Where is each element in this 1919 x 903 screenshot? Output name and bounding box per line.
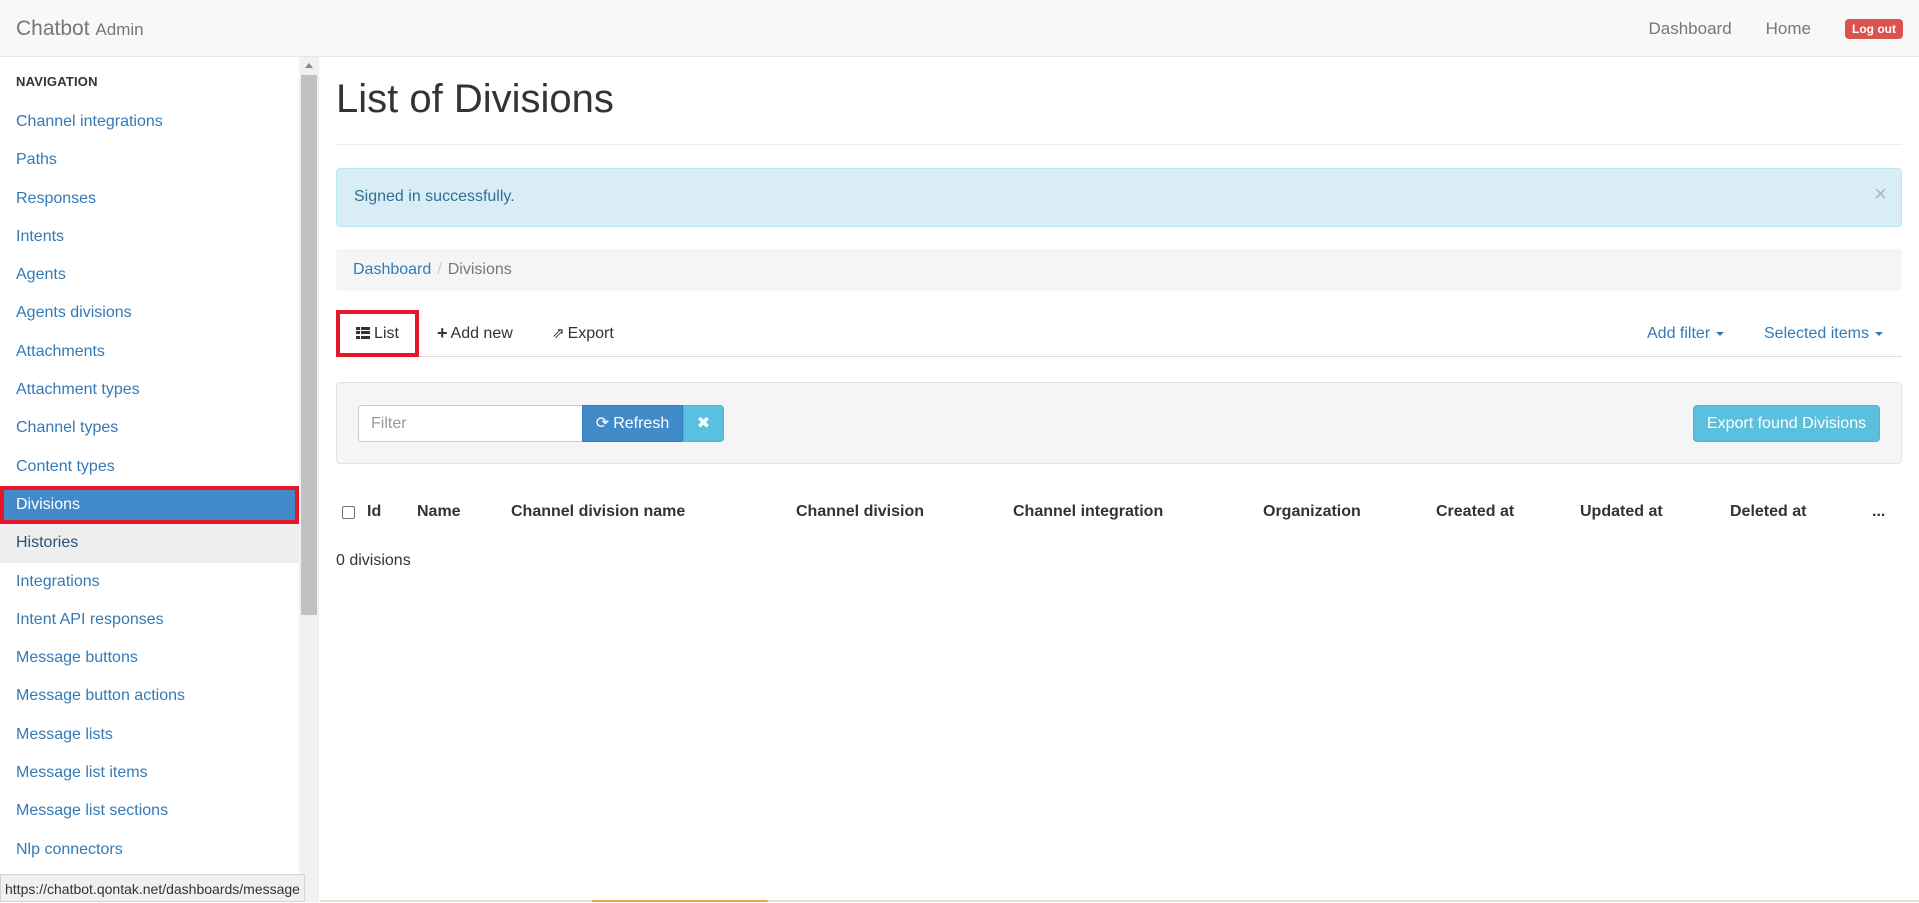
breadcrumb-separator: / [437, 261, 442, 278]
column-header-name[interactable]: Name [417, 487, 461, 537]
sidebar-item-integrations[interactable]: Integrations [0, 563, 299, 601]
divisions-table-header: Id Name Channel division name Channel di… [336, 487, 1902, 537]
column-header-channel-division[interactable]: Channel division [796, 487, 924, 537]
sidebar-item-histories[interactable]: Histories [0, 524, 299, 563]
brand-name: Chatbot [16, 17, 90, 40]
sidebar-item-attachments[interactable]: Attachments [0, 333, 299, 371]
sidebar-item-intent-api-responses[interactable]: Intent API responses [0, 601, 299, 639]
selected-items-label: Selected items [1764, 325, 1869, 342]
sidebar-item-divisions[interactable]: Divisions [0, 485, 299, 525]
nav-link-home[interactable]: Home [1766, 19, 1811, 39]
tab-export-label: Export [567, 325, 614, 342]
tab-list[interactable]: List [336, 310, 419, 357]
breadcrumb-current: Divisions [447, 261, 512, 278]
filter-input[interactable] [358, 405, 582, 442]
sidebar-item-channel-integrations[interactable]: Channel integrations [0, 103, 299, 141]
column-header-more[interactable]: ... [1872, 487, 1885, 537]
action-tabs: List + Add new ⇗ Export Add filter Selecte… [336, 310, 1902, 357]
caret-down-icon [1874, 331, 1883, 336]
scroll-up-arrow-icon[interactable] [305, 63, 313, 68]
selected-items-dropdown[interactable]: Selected items [1764, 310, 1883, 357]
sidebar-item-message-buttons[interactable]: Message buttons [0, 639, 299, 677]
top-navbar: Chatbot Admin Dashboard Home Log out [0, 0, 1919, 57]
sidebar-header: NAVIGATION [16, 74, 98, 89]
sidebar-item-message-button-actions[interactable]: Message button actions [0, 677, 299, 715]
sidebar-item-message-lists[interactable]: Message lists [0, 716, 299, 754]
brand-subtitle: Admin [95, 20, 144, 39]
sidebar-item-message-list-sections[interactable]: Message list sections [0, 792, 299, 830]
sidebar-scrollbar[interactable] [299, 57, 318, 902]
sidebar-item-channel-types[interactable]: Channel types [0, 409, 299, 447]
main-content: List of Divisions Signed in successfully… [336, 57, 1902, 902]
title-divider [336, 144, 1902, 145]
sidebar: NAVIGATION Channel integrations Paths Re… [0, 57, 319, 902]
close-icon[interactable]: × [1874, 181, 1887, 207]
column-header-organization[interactable]: Organization [1263, 487, 1361, 537]
scroll-thumb[interactable] [301, 75, 317, 615]
column-header-id[interactable]: Id [367, 487, 381, 537]
tab-add-new[interactable]: + Add new [437, 310, 513, 357]
filter-panel: ⟳Refresh ✖ Export found Divisions [336, 382, 1902, 464]
clear-icon: ✖ [696, 415, 711, 432]
status-bar-url: https://chatbot.qontak.net/dashboards/me… [0, 874, 305, 902]
sidebar-item-agents[interactable]: Agents [0, 256, 299, 294]
sidebar-item-attachment-types[interactable]: Attachment types [0, 371, 299, 409]
column-header-deleted-at[interactable]: Deleted at [1730, 487, 1806, 537]
caret-down-icon [1716, 331, 1725, 336]
result-count: 0 divisions [336, 552, 411, 569]
alert-message: Signed in successfully. [354, 188, 515, 205]
tab-list-label: List [374, 325, 399, 342]
add-filter-label: Add filter [1647, 325, 1711, 342]
column-header-created-at[interactable]: Created at [1436, 487, 1514, 537]
refresh-label: Refresh [613, 415, 670, 432]
sidebar-item-message-list-items[interactable]: Message list items [0, 754, 299, 792]
sidebar-item-intents[interactable]: Intents [0, 218, 299, 256]
sidebar-item-content-types[interactable]: Content types [0, 448, 299, 486]
export-found-button[interactable]: Export found Divisions [1693, 405, 1880, 442]
success-alert: Signed in successfully. × [336, 168, 1902, 227]
sidebar-list: Channel integrations Paths Responses Int… [0, 103, 299, 869]
column-header-channel-integration[interactable]: Channel integration [1013, 487, 1163, 537]
select-all-checkbox[interactable] [342, 506, 355, 519]
plus-icon: + [437, 323, 448, 344]
refresh-icon: ⟳ [595, 415, 610, 433]
sidebar-item-agents-divisions[interactable]: Agents divisions [0, 294, 299, 332]
sidebar-item-responses[interactable]: Responses [0, 180, 299, 218]
column-header-updated-at[interactable]: Updated at [1580, 487, 1663, 537]
navbar-right: Dashboard Home Log out [1648, 0, 1919, 57]
sidebar-item-nlp-connectors[interactable]: Nlp connectors [0, 831, 299, 869]
column-header-channel-division-name[interactable]: Channel division name [511, 487, 685, 537]
page-title: List of Divisions [336, 77, 614, 121]
nav-link-dashboard[interactable]: Dashboard [1648, 19, 1731, 39]
add-filter-dropdown[interactable]: Add filter [1647, 310, 1725, 357]
refresh-button[interactable]: ⟳ Refresh [582, 405, 683, 442]
breadcrumb-dashboard[interactable]: Dashboard [353, 261, 431, 278]
logout-button[interactable]: Log out [1845, 18, 1903, 39]
list-icon [356, 326, 371, 339]
tab-add-new-label: Add new [450, 325, 513, 342]
breadcrumb: Dashboard / Divisions [336, 249, 1902, 291]
sidebar-item-paths[interactable]: Paths [0, 141, 299, 179]
export-icon: ⇗ [552, 325, 565, 343]
clear-filter-button[interactable]: ✖ [683, 405, 724, 442]
brand[interactable]: Chatbot Admin [16, 17, 144, 41]
tab-export[interactable]: ⇗ Export [552, 310, 614, 357]
